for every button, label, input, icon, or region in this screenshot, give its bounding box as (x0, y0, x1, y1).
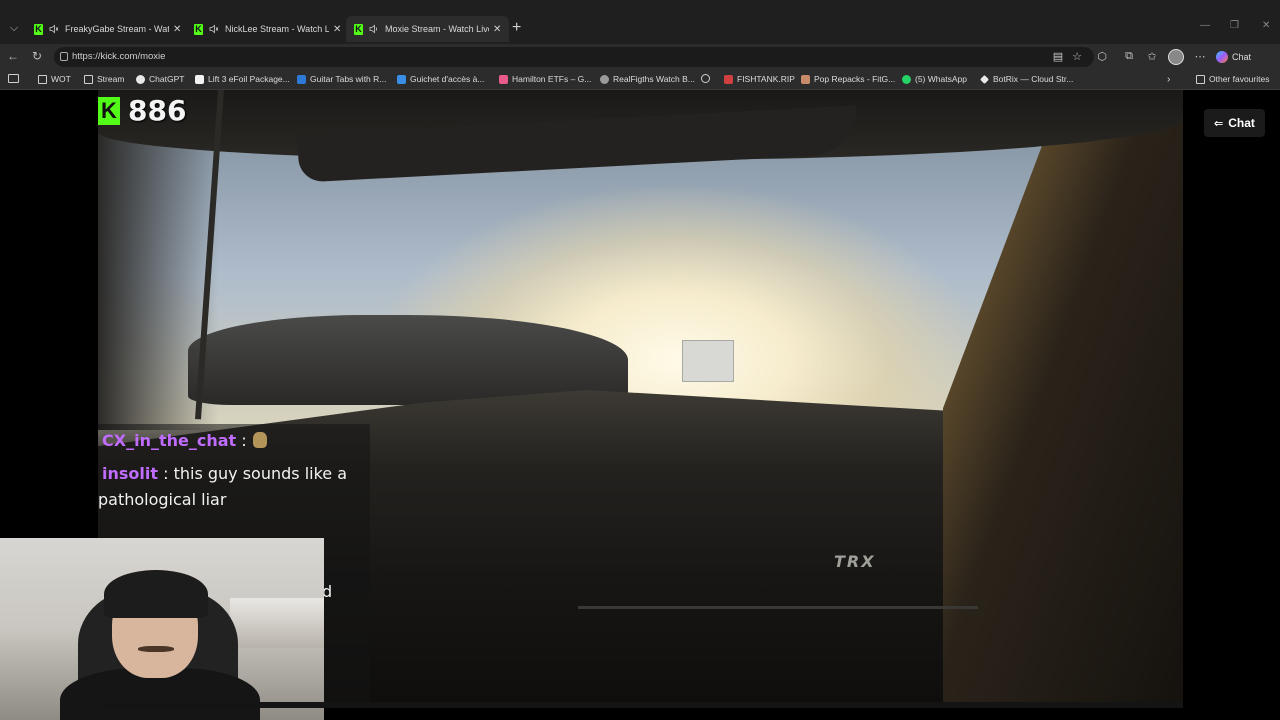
tab-freakygabe[interactable]: K FreakyGabe Stream - Watch L ✕ (26, 18, 189, 40)
address-bar[interactable]: https://kick.com/moxie (54, 47, 1094, 67)
speaker-icon[interactable] (369, 24, 379, 34)
chat-username: CX_in_the_chat (102, 431, 237, 450)
webcam-scene-mustache (138, 646, 174, 652)
viewer-count-value: 886 (128, 94, 187, 127)
bookmark-guitar-tabs[interactable]: Guitar Tabs with R... (297, 74, 386, 84)
kick-favicon-icon: K (194, 23, 203, 35)
folder-icon (38, 74, 47, 84)
wordpress-icon (600, 74, 609, 84)
muted-speaker-icon[interactable] (209, 24, 219, 34)
show-chat-button[interactable]: ⇐ Chat (1204, 109, 1265, 137)
split-screen-icon[interactable]: ⧉ (1121, 50, 1137, 63)
chat-text: this guy sounds like a (168, 464, 348, 483)
bookmark-lift[interactable]: Lift 3 eFoil Package... (195, 74, 290, 84)
folder-icon (84, 74, 93, 84)
bookmark-whatsapp[interactable]: (5) WhatsApp (902, 74, 967, 84)
webcam-scene-cap (104, 570, 208, 618)
tab-title: FreakyGabe Stream - Watch L (65, 24, 169, 34)
copilot-icon (1216, 51, 1228, 63)
hamilton-icon (499, 74, 508, 84)
tab-strip: ⌵ K FreakyGabe Stream - Watch L ✕ K Nick… (0, 0, 1280, 44)
reader-view-icon[interactable]: ▤ (1050, 50, 1066, 63)
site-info-icon[interactable] (60, 52, 68, 61)
globe-icon (701, 74, 710, 83)
more-menu-icon[interactable]: ⋯ (1192, 50, 1208, 63)
muted-speaker-icon[interactable] (49, 24, 59, 34)
new-tab-icon[interactable]: + (512, 19, 521, 37)
chat-message-continued: pathological liar (98, 487, 226, 513)
copilot-chat-label: Chat (1232, 52, 1252, 62)
expand-chat-icon: ⇐ (1214, 117, 1224, 130)
kick-logo-icon: K (98, 96, 120, 125)
close-window-icon[interactable]: ✕ (1262, 20, 1270, 31)
tab-nicklee[interactable]: K NickLee Stream - Watch Live ✕ (186, 18, 349, 40)
restore-icon[interactable]: ❐ (1230, 20, 1239, 31)
folder-icon (1196, 74, 1205, 84)
favorites-icon[interactable]: ✩ (1144, 50, 1160, 63)
guichet-icon (397, 74, 406, 84)
video-scene-truck (682, 340, 734, 382)
kick-favicon-icon: K (354, 23, 363, 35)
video-scene-glovebox (578, 606, 978, 609)
bookmark-botrix[interactable]: BotRix — Cloud Str... (980, 74, 1073, 84)
tab-actions-menu-icon[interactable]: ⌵ (6, 20, 22, 36)
profile-avatar[interactable] (1168, 49, 1184, 65)
show-chat-label: Chat (1228, 116, 1255, 130)
extensions-icon[interactable]: ⬡ (1094, 50, 1110, 63)
bookmark-wot[interactable]: WOT (38, 74, 71, 84)
tab-title: NickLee Stream - Watch Live (225, 24, 329, 34)
chat-message: CX_in_the_chat : (102, 428, 267, 454)
tab-moxie[interactable]: K Moxie Stream - Watch Live o ✕ (346, 16, 510, 42)
back-icon[interactable]: ← (5, 49, 21, 63)
webcam-overlay (0, 538, 324, 720)
skull-emote-icon (252, 432, 267, 448)
tabs-icon (297, 74, 306, 84)
chat-message: insolit : this guy sounds like a (102, 464, 348, 483)
bookmark-guichet[interactable]: Guichet d'accès à... (397, 74, 484, 84)
bookmark-fitgirl[interactable]: Pop Repacks - FitG... (801, 74, 895, 84)
bookmarks-toggle-icon[interactable] (8, 74, 23, 83)
bookmarks-overflow-icon[interactable]: › (1167, 74, 1170, 85)
fishtank-icon (724, 74, 733, 84)
bookmark-realfigths[interactable]: RealFigths Watch B... (600, 74, 695, 84)
refresh-icon[interactable]: ↻ (29, 49, 45, 63)
favorite-star-icon[interactable]: ☆ (1069, 50, 1085, 63)
close-tab-icon[interactable]: ✕ (173, 24, 181, 35)
fitgirl-icon (801, 74, 810, 84)
webcam-scene-shelf (230, 598, 324, 648)
page-viewport: TRX K 886 CX_in_the_chat : insolit : thi… (0, 90, 1280, 720)
chatgpt-icon (136, 74, 145, 84)
video-scene-dash-cover (188, 315, 628, 405)
video-scene-right-pillar (943, 90, 1183, 702)
bookmarks-bar: WOT Stream ChatGPT Lift 3 eFoil Package.… (0, 70, 1280, 90)
url-text[interactable]: https://kick.com/moxie (72, 51, 165, 62)
bookmark-chatgpt[interactable]: ChatGPT (136, 74, 184, 84)
bookmark-hamilton[interactable]: Hamilton ETFs – G... (499, 74, 591, 84)
minimize-icon[interactable]: — (1200, 20, 1210, 31)
chat-username: insolit (102, 464, 159, 483)
viewer-count: K 886 (98, 94, 186, 127)
bookmark-stream[interactable]: Stream (84, 74, 124, 84)
chat-text: pathological liar (98, 490, 227, 509)
botrix-icon (980, 74, 989, 84)
tab-title: Moxie Stream - Watch Live o (385, 24, 489, 34)
lift-icon (195, 74, 204, 84)
bookmark-globe[interactable] (701, 74, 714, 83)
address-toolbar: ← ↻ https://kick.com/moxie ▤ ☆ ⬡ ⧉ ✩ ⋯ C… (0, 44, 1280, 70)
kick-favicon-icon: K (34, 23, 43, 35)
trx-badge: TRX (834, 552, 876, 571)
other-favourites[interactable]: Other favourites (1196, 74, 1269, 84)
copilot-chat-button[interactable]: Chat (1216, 48, 1251, 66)
close-tab-icon[interactable]: ✕ (493, 24, 501, 35)
bookmark-fishtank[interactable]: FISHTANK.RIP (724, 74, 795, 84)
whatsapp-icon (902, 74, 911, 84)
player-progress-track[interactable] (98, 702, 1183, 708)
close-tab-icon[interactable]: ✕ (333, 24, 341, 35)
